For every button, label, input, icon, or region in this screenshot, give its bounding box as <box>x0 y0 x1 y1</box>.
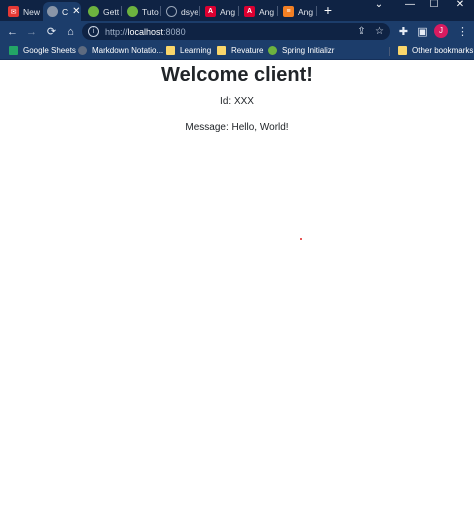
bookmark-spring-initializr[interactable]: Spring Initializr <box>268 44 334 57</box>
bookmark-label: Markdown Notatio... <box>92 46 164 55</box>
side-panel-icon[interactable]: ▣ <box>415 24 430 39</box>
more-menu-icon[interactable]: ⋮ <box>455 24 470 39</box>
tab-stackoverflow[interactable]: ≡ Ang <box>279 2 315 21</box>
sheets-icon <box>9 46 18 55</box>
tab-favicon-red-icon: ✉ <box>8 6 19 17</box>
angular-icon: A <box>244 6 255 17</box>
tab-new[interactable]: ✉ New <box>4 2 42 21</box>
page-content: Welcome client! Id: XXX Message: Hello, … <box>0 60 474 509</box>
close-tab-icon[interactable]: ✕ <box>72 6 80 17</box>
extensions-puzzle-icon[interactable]: ✚ <box>396 24 411 39</box>
site-info-icon[interactable]: i <box>88 26 99 37</box>
profile-avatar[interactable]: J <box>434 24 448 38</box>
share-icon[interactable]: ⇪ <box>356 26 367 37</box>
message-text: Message: Hello, World! <box>185 122 289 133</box>
bookmark-label: Learning <box>180 46 212 55</box>
tab-getting-started[interactable]: Gett <box>84 2 120 21</box>
globe-icon <box>47 6 58 17</box>
tab-label: Gett <box>103 6 120 17</box>
tab-github[interactable]: dsye <box>162 2 198 21</box>
folder-icon <box>217 46 226 55</box>
spring-icon <box>127 6 138 17</box>
id-text: Id: XXX <box>220 96 254 107</box>
mouse-cursor-dot <box>300 238 302 240</box>
reload-icon[interactable]: ⟳ <box>44 24 59 39</box>
bookmark-label: Google Sheets <box>23 46 76 55</box>
bookmark-label: Spring Initializr <box>282 46 335 55</box>
minimize-icon[interactable]: — <box>401 0 419 10</box>
stackoverflow-icon: ≡ <box>283 6 294 17</box>
folder-icon <box>166 46 175 55</box>
tab-label: New <box>23 6 41 17</box>
bookmark-label: Other bookmarks <box>412 46 474 55</box>
tab-tutorial[interactable]: Tuto <box>123 2 159 21</box>
tab-search-chevron-down-icon[interactable]: ⌄ <box>370 0 388 10</box>
home-icon[interactable]: ⌂ <box>63 24 78 39</box>
new-tab-plus-icon[interactable]: + <box>321 2 335 19</box>
bookmarks-bar: Google Sheets Markdown Notatio... Learni… <box>0 42 474 60</box>
url-text[interactable]: http://localhost:8080 <box>105 27 186 37</box>
browser-window: ✉ New C ✕ Gett Tuto dsye A Ang A Ang ≡ A… <box>0 0 474 509</box>
tab-strip: ✉ New C ✕ Gett Tuto dsye A Ang A Ang ≡ A… <box>0 0 474 21</box>
tab-label: Tuto <box>142 6 159 17</box>
address-bar[interactable]: i http://localhost:8080 ⇪ ☆ <box>82 23 390 40</box>
tab-label: Ang <box>259 6 275 17</box>
tab-angular-1[interactable]: A Ang <box>201 2 237 21</box>
globe-icon <box>78 46 87 55</box>
tab-localhost[interactable]: C ✕ <box>43 2 81 21</box>
navigation-toolbar: ← → ⟳ ⌂ i http://localhost:8080 ⇪ ☆ ✚ ▣ … <box>0 21 474 42</box>
spring-icon <box>268 46 277 55</box>
angular-icon: A <box>205 6 216 17</box>
maximize-icon[interactable]: ☐ <box>425 0 443 10</box>
github-icon <box>166 6 177 17</box>
bookmark-label: Revature <box>231 46 264 55</box>
bookmark-markdown-notation[interactable]: Markdown Notatio... <box>78 44 163 57</box>
spring-icon <box>88 6 99 17</box>
tab-label: dsye <box>181 6 198 17</box>
bookmark-star-icon[interactable]: ☆ <box>374 26 385 37</box>
tab-angular-2[interactable]: A Ang <box>240 2 276 21</box>
page-title: Welcome client! <box>161 64 313 86</box>
tab-label: C <box>62 6 69 17</box>
bookmark-learning[interactable]: Learning <box>166 44 211 57</box>
bookmark-google-sheets[interactable]: Google Sheets <box>9 44 76 57</box>
bookmark-other-bookmarks[interactable]: Other bookmarks <box>398 44 473 57</box>
tab-label: Ang <box>220 6 236 17</box>
tab-label: Ang <box>298 6 314 17</box>
close-window-icon[interactable]: ✕ <box>451 0 469 10</box>
forward-arrow-icon[interactable]: → <box>24 24 39 39</box>
bookmark-revature[interactable]: Revature <box>217 44 263 57</box>
back-arrow-icon[interactable]: ← <box>5 24 20 39</box>
folder-icon <box>398 46 407 55</box>
